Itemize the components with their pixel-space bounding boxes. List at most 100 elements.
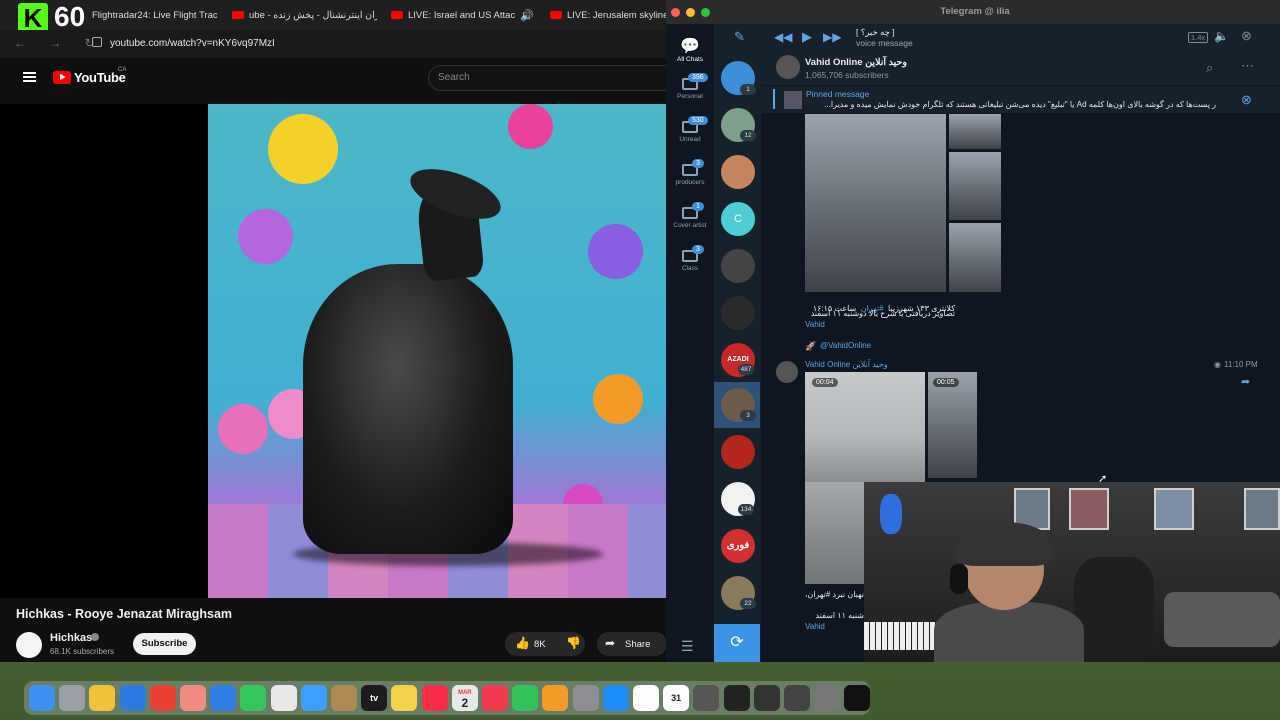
calendar-icon[interactable]: MAR 2 bbox=[451, 685, 478, 711]
folder-class[interactable]: 3 Class bbox=[666, 245, 714, 272]
facetime-icon[interactable] bbox=[240, 685, 267, 711]
notes-icon[interactable] bbox=[391, 685, 418, 711]
minimize-window-button[interactable] bbox=[686, 8, 695, 17]
dislike-icon[interactable]: 👎 bbox=[566, 636, 581, 650]
message-photo[interactable] bbox=[949, 223, 1001, 292]
signature-link[interactable]: Vahid bbox=[805, 320, 825, 329]
calendar31-icon[interactable]: 31 bbox=[663, 685, 690, 711]
browser-tab-jerusalem[interactable]: LIVE: Jerusalem skyline as bbox=[550, 6, 666, 24]
folder-label: Class bbox=[681, 265, 699, 272]
folder-producers[interactable]: 3 producers bbox=[666, 159, 714, 186]
subscribe-button[interactable]: Subscribe bbox=[133, 633, 196, 655]
chat-badge: 22 bbox=[740, 598, 756, 609]
settings-sliders-icon[interactable]: ☰ bbox=[681, 638, 694, 655]
safari-icon[interactable] bbox=[119, 685, 146, 711]
pencil-icon[interactable] bbox=[89, 685, 116, 711]
message-photo[interactable] bbox=[949, 152, 1001, 220]
like-icon[interactable]: 👍 bbox=[515, 636, 530, 650]
capcut-icon[interactable] bbox=[844, 685, 871, 711]
logic-icon[interactable] bbox=[723, 685, 750, 711]
chat-badge: 134 bbox=[738, 504, 754, 515]
settings-icon[interactable] bbox=[572, 685, 599, 711]
zoom-window-button[interactable] bbox=[701, 8, 710, 17]
flower-decoration bbox=[238, 209, 293, 264]
browser-tab-iran-international[interactable]: ube - ایران اینترنشنال - پخش زنده ✕ bbox=[232, 6, 377, 24]
finder-icon[interactable] bbox=[29, 685, 55, 711]
audio-icon[interactable]: 🔊 bbox=[520, 9, 534, 22]
pages-icon[interactable] bbox=[542, 685, 569, 711]
folder-all-chats[interactable]: 💬 All Chats bbox=[666, 38, 714, 63]
message-photo[interactable] bbox=[949, 114, 1001, 149]
sender-avatar[interactable] bbox=[776, 361, 798, 383]
folder-unread[interactable]: 530 Unread bbox=[666, 116, 714, 143]
message-video[interactable] bbox=[928, 372, 977, 478]
message-photo[interactable] bbox=[805, 114, 946, 292]
numbers-icon[interactable] bbox=[512, 685, 539, 711]
appletv-icon[interactable]: tv bbox=[361, 685, 388, 711]
folder-cover-artist[interactable]: 1 Cover artist bbox=[666, 202, 714, 229]
site-info-icon[interactable] bbox=[92, 37, 102, 47]
playback-speed[interactable]: 1.4x bbox=[1188, 32, 1209, 43]
more-icon[interactable]: ⋯ bbox=[1241, 58, 1254, 74]
chat-avatar[interactable] bbox=[721, 155, 755, 189]
mail-icon[interactable] bbox=[210, 685, 237, 711]
chat-avatar[interactable]: فوری bbox=[721, 529, 755, 563]
freeform-icon[interactable] bbox=[300, 685, 327, 711]
previous-track-icon[interactable]: ◀◀ bbox=[774, 30, 792, 44]
menu-icon[interactable] bbox=[23, 72, 36, 82]
obs-icon[interactable] bbox=[784, 685, 810, 711]
launchpad-icon[interactable] bbox=[59, 685, 86, 711]
sender-name[interactable]: Vahid Online وحید آنلاین bbox=[805, 360, 888, 369]
news-icon[interactable] bbox=[482, 685, 508, 711]
toolbox-icon[interactable] bbox=[814, 685, 841, 711]
compose-icon[interactable]: ✎ bbox=[734, 29, 745, 45]
photos-icon[interactable] bbox=[180, 685, 206, 711]
message-video[interactable] bbox=[805, 482, 864, 584]
refresh-icon[interactable]: ⟳ bbox=[714, 624, 760, 662]
channel-subscribers: 1,065,706 subscribers bbox=[805, 70, 889, 80]
channel-avatar[interactable] bbox=[16, 632, 42, 658]
message-video[interactable] bbox=[805, 372, 925, 482]
next-track-icon[interactable]: ▶▶ bbox=[823, 30, 841, 44]
channel-name[interactable]: Hichkas bbox=[50, 632, 92, 644]
channel-avatar[interactable] bbox=[776, 55, 800, 79]
signature-link[interactable]: Vahid bbox=[805, 622, 825, 631]
channel-name[interactable]: Vahid Online وحید آنلاین bbox=[805, 57, 907, 68]
youtube-logo-icon[interactable] bbox=[53, 71, 71, 84]
search-icon[interactable]: ⌕ bbox=[1206, 60, 1213, 76]
close-player-icon[interactable]: ⊗ bbox=[1241, 28, 1252, 44]
person-shirt bbox=[934, 602, 1084, 662]
forward-icon[interactable]: ➦ bbox=[1241, 375, 1250, 388]
vpn-icon[interactable] bbox=[693, 685, 720, 711]
chat-avatar[interactable] bbox=[721, 296, 755, 330]
chat-avatar[interactable]: C bbox=[721, 202, 755, 236]
notion-icon[interactable] bbox=[633, 685, 659, 711]
folder-icon[interactable] bbox=[331, 685, 357, 711]
folder-badge: 1 bbox=[692, 202, 704, 211]
browser-tab-flightradar[interactable]: Flightradar24: Live Flight Trac ✕ bbox=[92, 6, 222, 24]
chat-avatar[interactable] bbox=[721, 435, 755, 469]
appstore-icon[interactable] bbox=[602, 685, 629, 711]
chat-avatar[interactable] bbox=[721, 249, 755, 283]
video-frame[interactable] bbox=[208, 104, 666, 598]
folder-personal[interactable]: 396 Personal bbox=[666, 73, 714, 100]
chrome-icon[interactable] bbox=[149, 685, 176, 711]
volume-icon[interactable]: 🔈 bbox=[1214, 29, 1229, 43]
pinned-indicator bbox=[773, 89, 775, 109]
play-icon[interactable]: ▶ bbox=[802, 29, 812, 45]
reminders-icon[interactable] bbox=[270, 685, 297, 711]
close-window-button[interactable] bbox=[671, 8, 680, 17]
channel-handle-link[interactable]: @VahidOnline bbox=[820, 341, 871, 350]
folder-badge: 530 bbox=[688, 116, 708, 125]
close-pinned-icon[interactable]: ⊗ bbox=[1241, 92, 1252, 108]
browser-tab-israel-us[interactable]: LIVE: Israel and US Attac 🔊 ✕ bbox=[391, 6, 536, 24]
unity-icon[interactable] bbox=[753, 685, 780, 711]
garbage-bag bbox=[303, 264, 513, 554]
calendar-day: 2 bbox=[461, 696, 469, 710]
message-time: 11:10 PM bbox=[1224, 360, 1258, 369]
music-icon[interactable] bbox=[421, 685, 448, 711]
rocket-icon: 🚀 bbox=[805, 341, 817, 351]
like-count[interactable]: 8K bbox=[534, 639, 546, 650]
folder-label: Unread bbox=[679, 136, 701, 143]
url-field[interactable]: youtube.com/watch?v=nKY6vq97MzI bbox=[110, 38, 275, 49]
